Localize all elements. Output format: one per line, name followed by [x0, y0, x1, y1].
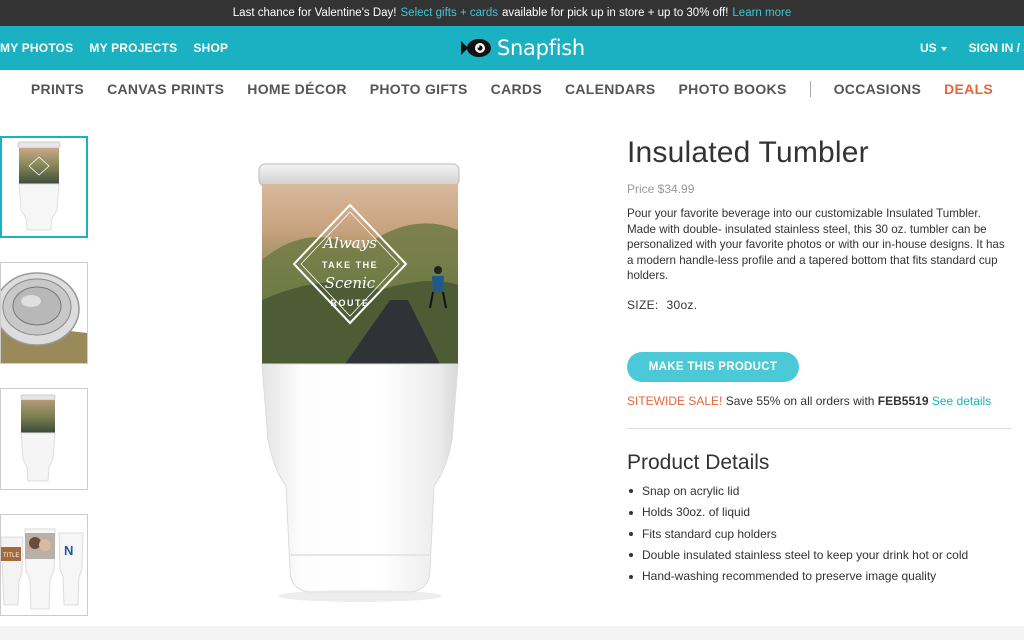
top-nav: MY PHOTOS MY PROJECTS SHOP Snapfish US S…	[0, 26, 1024, 70]
fish-logo-icon	[461, 39, 491, 57]
cat-deals[interactable]: DEALS	[944, 81, 993, 97]
design-text-scenic: Scenic	[325, 274, 376, 292]
thumbnail-side-view[interactable]	[0, 388, 88, 490]
list-item: Holds 30oz. of liquid	[627, 502, 1017, 523]
top-nav-account: US SIGN IN / J	[920, 26, 1024, 70]
cat-photo-gifts[interactable]: PHOTO GIFTS	[370, 81, 468, 97]
cat-home-decor[interactable]: HOME DÉCOR	[247, 81, 346, 97]
cat-cards[interactable]: CARDS	[491, 81, 542, 97]
sale-label: SITEWIDE SALE!	[627, 393, 723, 408]
design-text-always: Always	[321, 234, 377, 252]
design-text-take-the: TAKE THE	[322, 260, 378, 270]
size-value[interactable]: 30oz.	[667, 298, 698, 312]
snapfish-logo[interactable]: Snapfish	[460, 34, 585, 62]
list-item: Snap on acrylic lid	[627, 481, 1017, 502]
category-nav: PRINTS CANVAS PRINTS HOME DÉCOR PHOTO GI…	[0, 70, 1024, 108]
product-details-heading: Product Details	[627, 450, 770, 474]
section-divider	[627, 427, 1012, 429]
product-price: Price $34.99	[627, 182, 695, 196]
list-item: Fits standard cup holders	[627, 524, 1017, 545]
nav-shop[interactable]: SHOP	[193, 41, 228, 55]
thumbnail-top-view[interactable]	[0, 262, 88, 364]
tumbler-lid-thumbnail-image	[1, 272, 87, 363]
tumbler-side-thumbnail-image	[20, 394, 56, 482]
list-item: Hand-washing recommended to preserve ima…	[627, 566, 1017, 587]
promo-text: Last chance for Valentine's Day!	[232, 7, 397, 19]
list-item: Double insulated stainless steel to keep…	[627, 545, 1017, 566]
cat-canvas-prints[interactable]: CANVAS PRINTS	[107, 81, 224, 97]
cat-photo-books[interactable]: PHOTO BOOKS	[679, 81, 787, 97]
size-row: SIZE: 30oz.	[627, 298, 1017, 312]
sale-text: Save 55% on all orders with	[725, 393, 875, 408]
chevron-down-icon	[940, 46, 947, 51]
see-details-link[interactable]: See details	[932, 394, 991, 408]
cat-prints[interactable]: PRINTS	[31, 81, 84, 97]
product-hero-image: Always TAKE THE Scenic ROUTE	[240, 150, 480, 610]
product-info: Insulated Tumbler Price $34.99 Pour your…	[627, 136, 1017, 587]
nav-divider	[809, 81, 811, 97]
tumbler-group-thumbnail-image: TITLE N	[1, 528, 84, 610]
design-text-route: ROUTE	[331, 298, 370, 308]
product-details-list: Snap on acrylic lid Holds 30oz. of liqui…	[627, 481, 1017, 587]
nav-my-photos[interactable]: MY PHOTOS	[0, 41, 73, 55]
make-this-product-button[interactable]: MAKE THIS PRODUCT	[627, 351, 799, 382]
region-label: US	[919, 41, 937, 55]
brand-name: Snapfish	[497, 36, 585, 60]
nav-my-projects[interactable]: MY PROJECTS	[89, 41, 177, 55]
promo-code: FEB5519	[877, 393, 929, 408]
region-selector[interactable]: US	[920, 41, 947, 55]
product-title: Insulated Tumbler	[627, 136, 869, 169]
promo-gifts-link[interactable]: Select gifts + cards	[401, 7, 498, 19]
thumbnail-front[interactable]	[0, 136, 88, 238]
promo-text-2: available for pick up in store + up to 3…	[501, 7, 729, 19]
sitewide-sale-banner: SITEWIDE SALE! Save 55% on all orders wi…	[627, 394, 1017, 408]
tumbler-thumbnail-image	[17, 141, 61, 231]
size-label: SIZE:	[627, 297, 659, 312]
tumbler-hero-image: Always TAKE THE Scenic ROUTE	[258, 163, 460, 602]
learn-more-link[interactable]: Learn more	[732, 7, 791, 19]
top-nav-links: MY PHOTOS MY PROJECTS SHOP	[0, 26, 228, 70]
promo-bar: Last chance for Valentine's Day! Select …	[0, 0, 1024, 26]
page-bottom-strip	[0, 626, 1024, 640]
thumbnail-group[interactable]: TITLE N	[0, 514, 88, 616]
cat-occasions[interactable]: OCCASIONS	[834, 81, 922, 97]
cat-calendars[interactable]: CALENDARS	[565, 81, 656, 97]
product-description: Pour your favorite beverage into our cus…	[627, 207, 1005, 283]
thumb-label-n: N	[64, 543, 73, 558]
thumb-label-title: TITLE	[3, 553, 19, 559]
sign-in-link[interactable]: SIGN IN / J	[969, 41, 1024, 55]
